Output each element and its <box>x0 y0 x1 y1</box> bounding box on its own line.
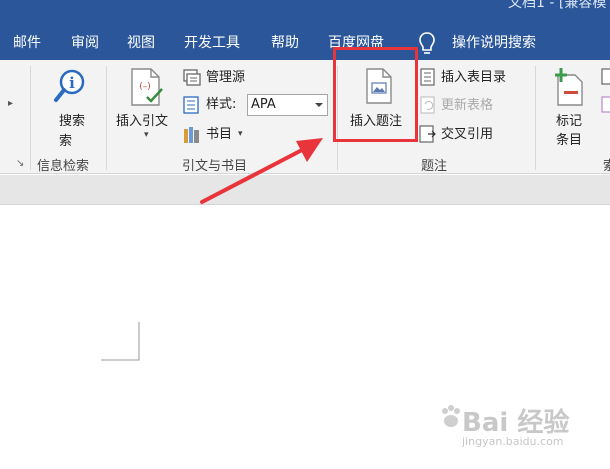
info-search-icon: i <box>54 69 85 102</box>
mark-entry-label-1[interactable]: 标记 <box>556 110 582 129</box>
ribbon-tab-bar: 邮件 审阅 视图 开发工具 帮助 百度网盘 操作说明搜索 <box>0 26 610 60</box>
paw-logo-icon <box>442 405 460 427</box>
insert-table-of-figures-button[interactable]: 插入表目录 <box>441 67 506 89</box>
insert-citation-label[interactable]: 插入引文 <box>116 110 168 129</box>
window-title: 文档1 - [兼容模 <box>508 0 607 11</box>
search-button-label[interactable]: 搜索 <box>59 110 85 129</box>
baidu-watermark: Bai 经验 jingyan.baidu.com <box>440 402 600 452</box>
group-separator <box>30 66 31 170</box>
ruler-strip <box>0 175 610 205</box>
update-table-icon <box>419 96 437 114</box>
lightbulb-icon[interactable] <box>416 30 438 56</box>
search-button[interactable]: i <box>52 68 88 104</box>
insert-citation-icon: (–) <box>131 68 163 106</box>
tab-view[interactable]: 视图 <box>127 32 155 52</box>
citation-style-value: APA <box>251 97 276 112</box>
group-label-index: 索 <box>603 159 610 174</box>
mark-entry-button[interactable] <box>555 67 585 107</box>
style-label: 样式: <box>206 97 237 112</box>
bibliography-button[interactable]: 书目 <box>206 124 232 146</box>
insert-index-icon <box>600 68 610 86</box>
tab-developer[interactable]: 开发工具 <box>184 32 240 52</box>
tell-me-search[interactable]: 操作说明搜索 <box>452 32 536 52</box>
watermark-text: Bai 经验 <box>462 408 570 438</box>
table-of-figures-icon <box>419 68 437 86</box>
cross-reference-button[interactable]: 交叉引用 <box>441 124 493 146</box>
group-label-citations: 引文与书目 <box>182 159 248 174</box>
tab-help[interactable]: 帮助 <box>271 32 299 52</box>
ribbon: ▸ i 搜索 索 信息检索 ↘ (–) 插入引文 ▾ 管理源 样式: APA 书… <box>0 60 610 174</box>
mark-entry-icon <box>555 68 583 106</box>
chevron-down-icon[interactable]: ▾ <box>144 130 149 140</box>
insert-caption-highlight <box>333 47 418 142</box>
citation-style-dropdown[interactable]: APA <box>247 94 328 116</box>
tab-review[interactable]: 审阅 <box>71 32 99 52</box>
group-separator <box>535 66 536 170</box>
update-index-icon <box>600 96 610 114</box>
search-button-label-2[interactable]: 索 <box>59 130 72 149</box>
mark-entry-label-2[interactable]: 条目 <box>556 129 582 148</box>
group-label-captions: 题注 <box>421 159 448 174</box>
chevron-down-icon <box>315 103 323 107</box>
title-bar: 文档1 - [兼容模 <box>0 0 610 26</box>
watermark-url: jingyan.baidu.com <box>462 435 564 448</box>
bibliography-icon <box>182 125 202 145</box>
tab-mailings[interactable]: 邮件 <box>13 32 41 52</box>
svg-text:(–): (–) <box>139 82 151 92</box>
manage-sources-button[interactable]: 管理源 <box>206 67 245 89</box>
group-label-research: 信息检索 <box>37 159 90 174</box>
group-separator <box>106 66 107 170</box>
cross-reference-icon <box>419 125 437 143</box>
manage-sources-icon <box>182 68 202 88</box>
scroll-left-icon[interactable]: ▸ <box>8 98 13 109</box>
insert-citation-button[interactable]: (–) <box>129 67 165 107</box>
update-table-button[interactable]: 更新表格 <box>441 95 493 117</box>
chevron-down-icon[interactable]: ▾ <box>238 129 243 139</box>
dialog-launcher-icon[interactable]: ↘ <box>16 158 24 169</box>
svg-text:i: i <box>69 74 75 92</box>
style-icon <box>182 95 202 115</box>
